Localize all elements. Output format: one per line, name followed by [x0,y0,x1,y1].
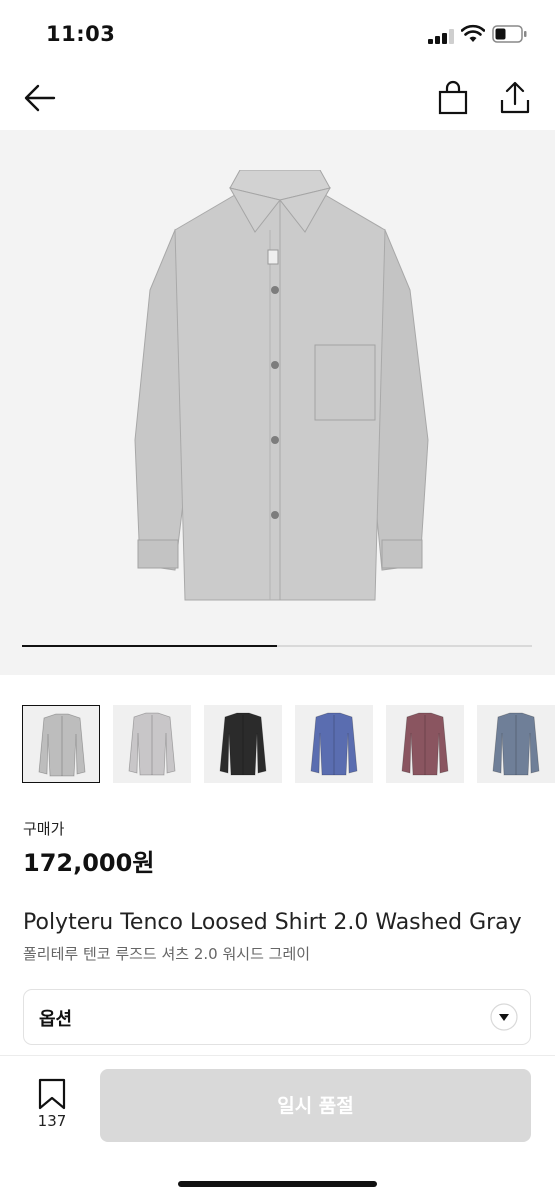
product-thumbnail[interactable] [204,705,282,783]
price-value: 172,000원 [23,849,155,877]
bookmark-icon [38,1078,66,1110]
wishlist-count: 137 [37,1112,67,1130]
product-thumbnail[interactable] [295,705,373,783]
thumbnail-image [128,712,176,776]
product-image-carousel[interactable] [0,130,555,675]
arrow-left-icon[interactable] [22,80,58,116]
battery-icon [492,25,527,43]
product-title-ko: 폴리테루 텐코 루즈드 셔츠 2.0 워시드 그레이 [23,945,311,963]
product-thumbnail[interactable] [22,705,100,783]
product-title-en: Polyteru Tenco Loosed Shirt 2.0 Washed G… [23,910,522,935]
product-thumbnail[interactable] [386,705,464,783]
status-bar: 11:03 [0,0,555,70]
thumbnail-image [492,712,540,776]
top-nav-bar [0,70,555,130]
product-thumbnail[interactable] [113,705,191,783]
thumbnail-image [219,712,267,776]
thumbnail-strip [22,705,555,785]
price-label: 구매가 [23,820,65,838]
product-image [134,170,429,601]
thumbnail-image [38,713,86,777]
cellular-signal-icon [428,28,456,44]
carousel-progress-fill [22,645,277,647]
thumbnail-image [401,712,449,776]
thumbnail-image [310,712,358,776]
carousel-progress-bar [22,645,532,647]
wifi-icon [461,24,485,42]
option-select[interactable]: 옵션 [23,989,531,1045]
bottom-divider [0,1055,555,1056]
status-time: 11:03 [46,22,116,46]
share-icon[interactable] [498,80,532,116]
home-indicator [178,1181,377,1187]
product-thumbnail[interactable] [477,705,555,783]
sold-out-button[interactable]: 일시 품절 [100,1069,531,1142]
shopping-bag-icon[interactable] [436,80,470,116]
option-select-label: 옵션 [39,1009,73,1030]
wishlist-button[interactable]: 137 [30,1078,74,1134]
chevron-down-icon [490,1003,518,1031]
